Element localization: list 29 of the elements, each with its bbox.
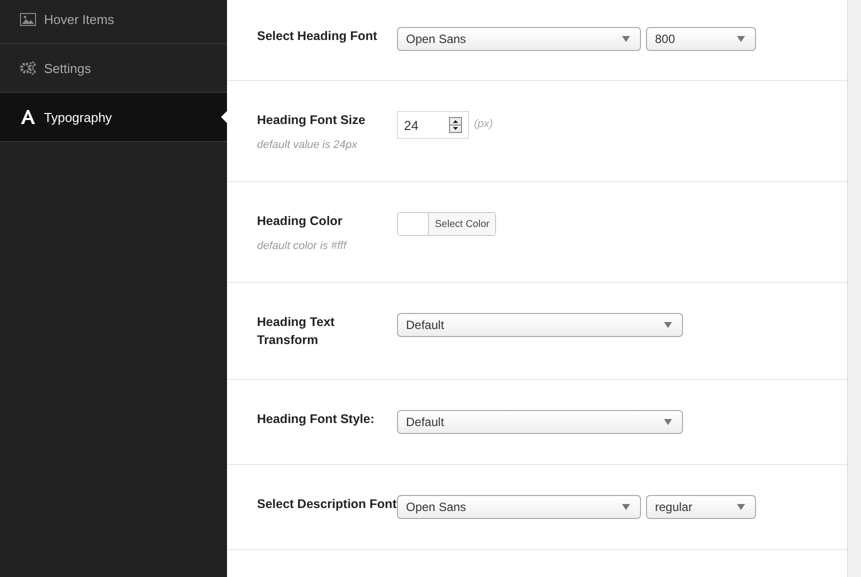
caret-icon (664, 322, 672, 328)
setting-label: Heading Color (257, 213, 344, 230)
setting-label: Heading Font Style: (257, 411, 376, 428)
setting-description: default color is #fff (257, 240, 348, 252)
unit-label: (px) (474, 118, 493, 130)
font-select[interactable]: Default (397, 313, 683, 337)
spinner-icon (449, 117, 462, 133)
setting-description: default value is 24px (257, 139, 358, 151)
setting-label: Select Description Font (257, 496, 397, 513)
sidebar-item[interactable]: Typography (0, 93, 227, 142)
weight-select[interactable]: 800 (646, 27, 756, 51)
font-select[interactable]: Open Sans (397, 27, 641, 51)
number-field[interactable]: 24 (397, 111, 469, 139)
caret-icon (622, 36, 630, 42)
caret-icon (737, 504, 745, 510)
caret-icon (664, 419, 672, 425)
color-swatch[interactable] (398, 213, 429, 235)
select-color-button[interactable]: Select Color (429, 213, 496, 235)
letter-icon (20, 110, 36, 124)
caret-icon (737, 36, 745, 42)
font-select[interactable]: Open Sans (397, 495, 641, 519)
setting-label: Select Heading Font (257, 28, 378, 45)
setting-label: Heading Text Transform (257, 314, 336, 349)
weight-select[interactable]: regular (646, 495, 756, 519)
font-select[interactable]: Default (397, 410, 683, 434)
image-icon (20, 12, 36, 26)
setting-label: Heading Font Size (257, 112, 366, 129)
gears-icon (20, 61, 36, 75)
caret-icon (622, 504, 630, 510)
